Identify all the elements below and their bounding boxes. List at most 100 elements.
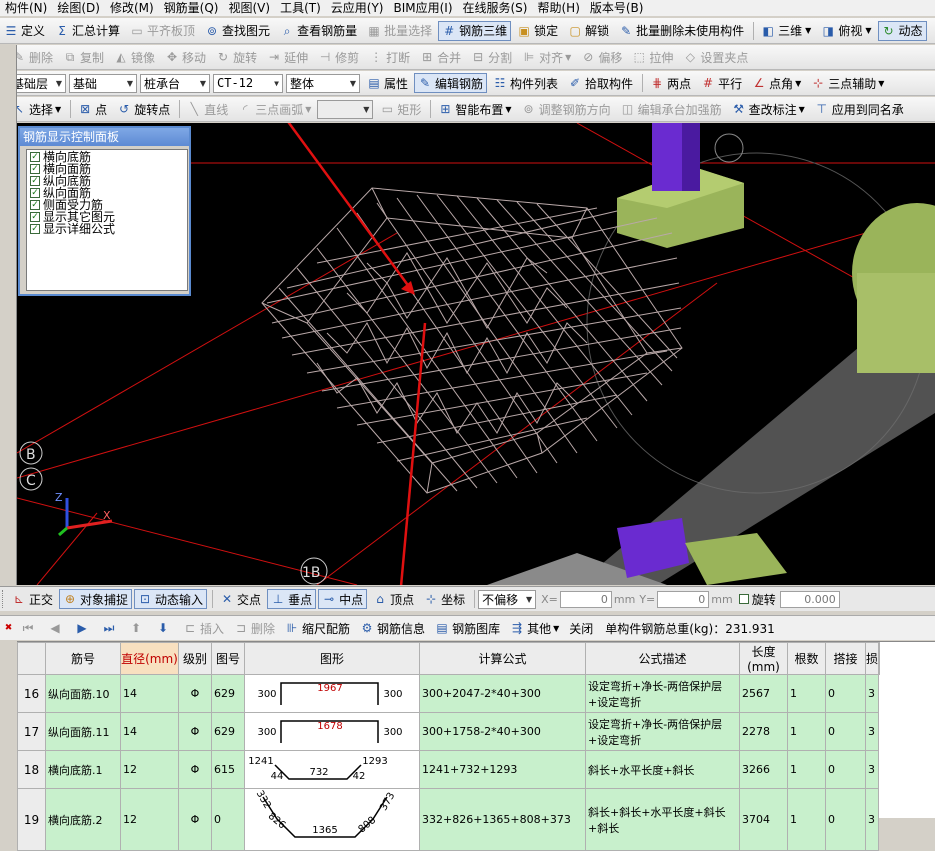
menu-item-6[interactable]: 云应用(Y) [326, 0, 389, 16]
menu-item-2[interactable]: 修改(M) [105, 0, 159, 16]
extend-button[interactable]: ⇥ 延伸 [263, 47, 312, 67]
stretch-button[interactable]: ⬚ 拉伸 [628, 47, 677, 67]
checkbox[interactable]: ✓ [30, 188, 40, 198]
cell-bar-name[interactable]: 横向底筋.1 [45, 750, 121, 789]
modify-label-button[interactable]: ⚒ 查改标注 ▼ [728, 99, 809, 119]
midpoint-button[interactable]: ⊸ 中点 [318, 589, 368, 609]
cell-length[interactable]: 3704 [739, 788, 788, 851]
col-header-4[interactable]: 图形 [244, 642, 420, 675]
menu-item-5[interactable]: 工具(T) [275, 0, 326, 16]
cell-description[interactable]: 斜长+斜长+水平长度+斜长+斜长 [585, 788, 740, 851]
next-row-button[interactable]: ▶ [71, 618, 96, 638]
define-button[interactable]: ☰ 定义 [0, 21, 49, 41]
component-list-button[interactable]: ☷ 构件列表 [489, 73, 562, 93]
ortho-button[interactable]: ⊾ 正交 [8, 589, 57, 609]
y-input[interactable]: 0 [657, 590, 710, 608]
cell-shape[interactable]: 1241 732 1293 44 42 [244, 750, 420, 789]
cell-lap[interactable]: 0 [825, 712, 866, 751]
table-row[interactable]: 19 横向底筋.2 12 Φ 0 332 826 1365 808 373 332+826+1365… [17, 788, 880, 851]
table-row[interactable]: 17 纵向面筋.11 14 Φ 629 300 1678 300 300+1758-2*40+3… [17, 712, 880, 751]
cell-loss[interactable]: 3 [864, 674, 880, 713]
col-header-3[interactable]: 图号 [211, 642, 245, 675]
apply-same-button[interactable]: ⊤ 应用到同名承 [811, 99, 908, 119]
property-button[interactable]: ▤ 属性 [363, 73, 412, 93]
object-snap-button[interactable]: ⊕ 对象捕捉 [59, 589, 133, 609]
parallel-button[interactable]: # 平行 [697, 73, 746, 93]
cell-lap[interactable]: 0 [825, 750, 866, 789]
other-button[interactable]: ⇶ 其他 ▼ [506, 618, 563, 638]
cell-description[interactable]: 斜长+水平长度+斜长 [585, 750, 740, 789]
set-pinch-button[interactable]: ◇ 设置夹点 [679, 47, 752, 67]
checkbox[interactable]: ✓ [30, 200, 40, 210]
top-view-button[interactable]: ◨ 俯视 ▼ [817, 21, 875, 41]
offset-mode-select[interactable]: 不偏移 ▼ [478, 589, 537, 609]
col-header-2[interactable]: 级别 [178, 642, 212, 675]
point-angle-button[interactable]: ∠ 点角 ▼ [748, 73, 805, 93]
cell-formula[interactable]: 300+1758-2*40+300 [419, 712, 586, 751]
adjust-dir-button[interactable]: ⊚ 调整钢筋方向 [518, 99, 615, 119]
smart-layout-button[interactable]: ⊞ 智能布置 ▼ [434, 99, 515, 119]
merge-button[interactable]: ⊞ 合并 [416, 47, 465, 67]
cell-lap[interactable]: 0 [825, 788, 866, 851]
edit-cap-button[interactable]: ◫ 编辑承台加强筋 [617, 99, 726, 119]
last-row-button[interactable]: ⏭ [98, 618, 123, 638]
cell-diameter[interactable]: 14 [120, 712, 179, 751]
summary-button[interactable]: Σ 汇总计算 [51, 21, 124, 41]
cell-grade[interactable]: Φ [178, 712, 212, 751]
checkbox[interactable]: ✓ [30, 176, 40, 186]
cell-diameter[interactable]: 12 [120, 788, 179, 851]
menu-item-0[interactable]: 构件(N) [0, 0, 52, 16]
cell-grade[interactable]: Φ [178, 788, 212, 851]
scale-rebar-button[interactable]: ⊪ 缩尺配筋 [281, 618, 354, 638]
cell-count[interactable]: 1 [787, 788, 826, 851]
rect-button[interactable]: ▭ 矩形 [376, 99, 425, 119]
col-header-1[interactable]: 直径(mm) [120, 642, 179, 675]
cell-figure-no[interactable]: 629 [211, 674, 245, 713]
scope-select[interactable]: 整体 ▼ [286, 73, 360, 93]
arc-button[interactable]: ◜ 三点画弧 ▼ [234, 99, 315, 119]
rotate-checkbox[interactable] [738, 594, 749, 604]
cell-grade[interactable]: Φ [178, 750, 212, 789]
cell-bar-name[interactable]: 纵向面筋.10 [45, 674, 121, 713]
col-header-8[interactable]: 根数 [787, 642, 826, 675]
checkbox[interactable]: ✓ [30, 212, 40, 222]
first-row-button[interactable]: ⏮ [17, 618, 42, 638]
cell-bar-name[interactable]: 横向底筋.2 [45, 788, 121, 851]
3d-view-button[interactable]: ◧ 三维 ▼ [757, 21, 815, 41]
cell-shape[interactable]: 332 826 1365 808 373 [244, 788, 420, 851]
cell-formula[interactable]: 1241+732+1293 [419, 750, 586, 789]
move-down-button[interactable]: ⬇ [152, 618, 177, 638]
dynamic-view-button[interactable]: ↻ 动态 [877, 20, 927, 41]
cell-count[interactable]: 1 [787, 712, 826, 751]
cell-count[interactable]: 1 [787, 750, 826, 789]
cell-length[interactable]: 2567 [739, 674, 788, 713]
checkbox[interactable]: ✓ [30, 224, 40, 234]
find-button[interactable]: ⊚ 查找图元 [201, 21, 274, 41]
col-header-10[interactable]: 损 [864, 642, 880, 675]
cell-figure-no[interactable]: 0 [211, 788, 245, 851]
menu-item-10[interactable]: 版本号(B) [585, 0, 649, 16]
col-header-0[interactable]: 筋号 [45, 642, 121, 675]
cell-description[interactable]: 设定弯折+净长-两倍保护层+设定弯折 [585, 712, 740, 751]
perpendicular-button[interactable]: ⊥ 垂点 [267, 589, 317, 609]
col-header-7[interactable]: 长度(mm) [739, 642, 788, 675]
rotate-point-button[interactable]: ↺ 旋转点 [113, 99, 174, 119]
cell-loss[interactable]: 3 [864, 788, 880, 851]
close-grid-button[interactable]: 关闭 [565, 618, 597, 638]
prev-row-button[interactable]: ◀ [44, 618, 69, 638]
menu-item-3[interactable]: 钢筋量(Q) [159, 0, 224, 16]
cell-formula[interactable]: 300+2047-2*40+300 [419, 674, 586, 713]
x-input[interactable]: 0 [559, 590, 612, 608]
split-button[interactable]: ⊟ 分割 [467, 47, 516, 67]
insert-button[interactable]: ⊏ 插入 [179, 618, 228, 638]
cell-figure-no[interactable]: 615 [211, 750, 245, 789]
flat-slab-button[interactable]: ▭ 平齐板顶 [126, 21, 199, 41]
menu-item-1[interactable]: 绘图(D) [52, 0, 105, 16]
lock-button[interactable]: ▣ 锁定 [513, 21, 562, 41]
three-point-aux-button[interactable]: ⊹ 三点辅助 ▼ [807, 73, 888, 93]
cell-loss[interactable]: 3 [864, 750, 880, 789]
coord-button[interactable]: ⊹ 坐标 [420, 589, 469, 609]
cell-diameter[interactable]: 14 [120, 674, 179, 713]
category-select[interactable]: 基础 ▼ [69, 73, 137, 93]
menu-item-7[interactable]: BIM应用(I) [388, 0, 457, 16]
